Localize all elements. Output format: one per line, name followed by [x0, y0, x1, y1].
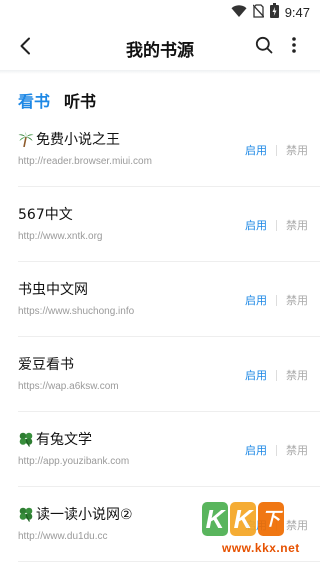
enable-button[interactable]: 启用	[245, 292, 267, 308]
source-tabs: 看书 听书	[18, 92, 96, 112]
action-separator	[276, 444, 277, 456]
battery-charging-icon	[269, 2, 279, 22]
watermark-letter: K	[202, 502, 228, 536]
source-url: http://app.youzibank.com	[18, 456, 130, 467]
source-name: 免费小说之王	[36, 132, 120, 148]
source-url: http://www.du1du.cc	[18, 531, 108, 542]
source-actions: 启用 禁用	[245, 142, 308, 158]
disable-button[interactable]: 禁用	[286, 217, 308, 233]
source-actions: 启用 禁用	[245, 367, 308, 383]
source-name: 书虫中文网	[18, 282, 88, 298]
enable-button[interactable]: 启用	[245, 217, 267, 233]
disable-button[interactable]: 禁用	[286, 442, 308, 458]
source-name: 有兔文学	[36, 432, 92, 448]
source-url: https://www.shuchong.info	[18, 306, 135, 317]
list-item: 书虫中文网 https://www.shuchong.info 启用 禁用	[0, 262, 320, 337]
action-separator	[276, 144, 277, 156]
tab-read[interactable]: 看书	[18, 92, 50, 112]
status-bar: 9:47	[0, 0, 320, 24]
disable-button[interactable]: 禁用	[286, 292, 308, 308]
source-url: http://reader.browser.miui.com	[18, 156, 152, 167]
watermark-letter: 下载	[258, 502, 284, 563]
list-item: 爱豆看书 https://wap.a6ksw.com 启用 禁用	[0, 337, 320, 412]
no-sim-icon	[252, 3, 265, 22]
source-actions: 启用 禁用	[245, 292, 308, 308]
action-separator	[276, 219, 277, 231]
list-item: 有兔文学 http://app.youzibank.com 启用 禁用	[0, 412, 320, 487]
disable-button[interactable]: 禁用	[286, 142, 308, 158]
palm-tree-icon	[18, 131, 34, 148]
more-vertical-icon	[291, 36, 297, 58]
list-item: 免费小说之王 http://reader.browser.miui.com 启用…	[0, 112, 320, 187]
search-icon	[255, 36, 273, 58]
source-actions: 启用 禁用	[245, 217, 308, 233]
source-name: 567中文	[18, 207, 73, 223]
source-list: 免费小说之王 http://reader.browser.miui.com 启用…	[0, 112, 320, 562]
chevron-left-icon	[19, 37, 31, 59]
enable-button[interactable]: 启用	[245, 442, 267, 458]
status-icons: 9:47	[231, 2, 310, 22]
source-url: https://wap.a6ksw.com	[18, 381, 119, 392]
source-url: http://www.xntk.org	[18, 231, 103, 242]
four-leaf-clover-icon	[18, 506, 34, 522]
wifi-icon	[231, 3, 247, 22]
enable-button[interactable]: 启用	[245, 367, 267, 383]
list-item: 567中文 http://www.xntk.org 启用 禁用	[0, 187, 320, 262]
four-leaf-clover-icon	[18, 431, 34, 447]
watermark-url: www.kkx.net	[222, 541, 300, 555]
action-separator	[276, 369, 277, 381]
more-button[interactable]	[282, 35, 306, 59]
back-button[interactable]	[12, 35, 38, 61]
disable-button[interactable]: 禁用	[286, 367, 308, 383]
source-name: 爱豆看书	[18, 357, 74, 373]
tab-listen[interactable]: 听书	[64, 92, 96, 112]
search-button[interactable]	[252, 35, 276, 59]
source-actions: 启用 禁用	[245, 442, 308, 458]
enable-button[interactable]: 启用	[245, 142, 267, 158]
app-bar: 我的书源	[0, 24, 320, 70]
watermark-letter: K	[230, 502, 256, 536]
source-name: 读一读小说网②	[36, 507, 133, 523]
watermark-logo: K K 下载 www.kkx.net	[196, 498, 320, 568]
header-divider	[0, 70, 320, 74]
action-separator	[276, 294, 277, 306]
status-time: 9:47	[284, 4, 310, 20]
